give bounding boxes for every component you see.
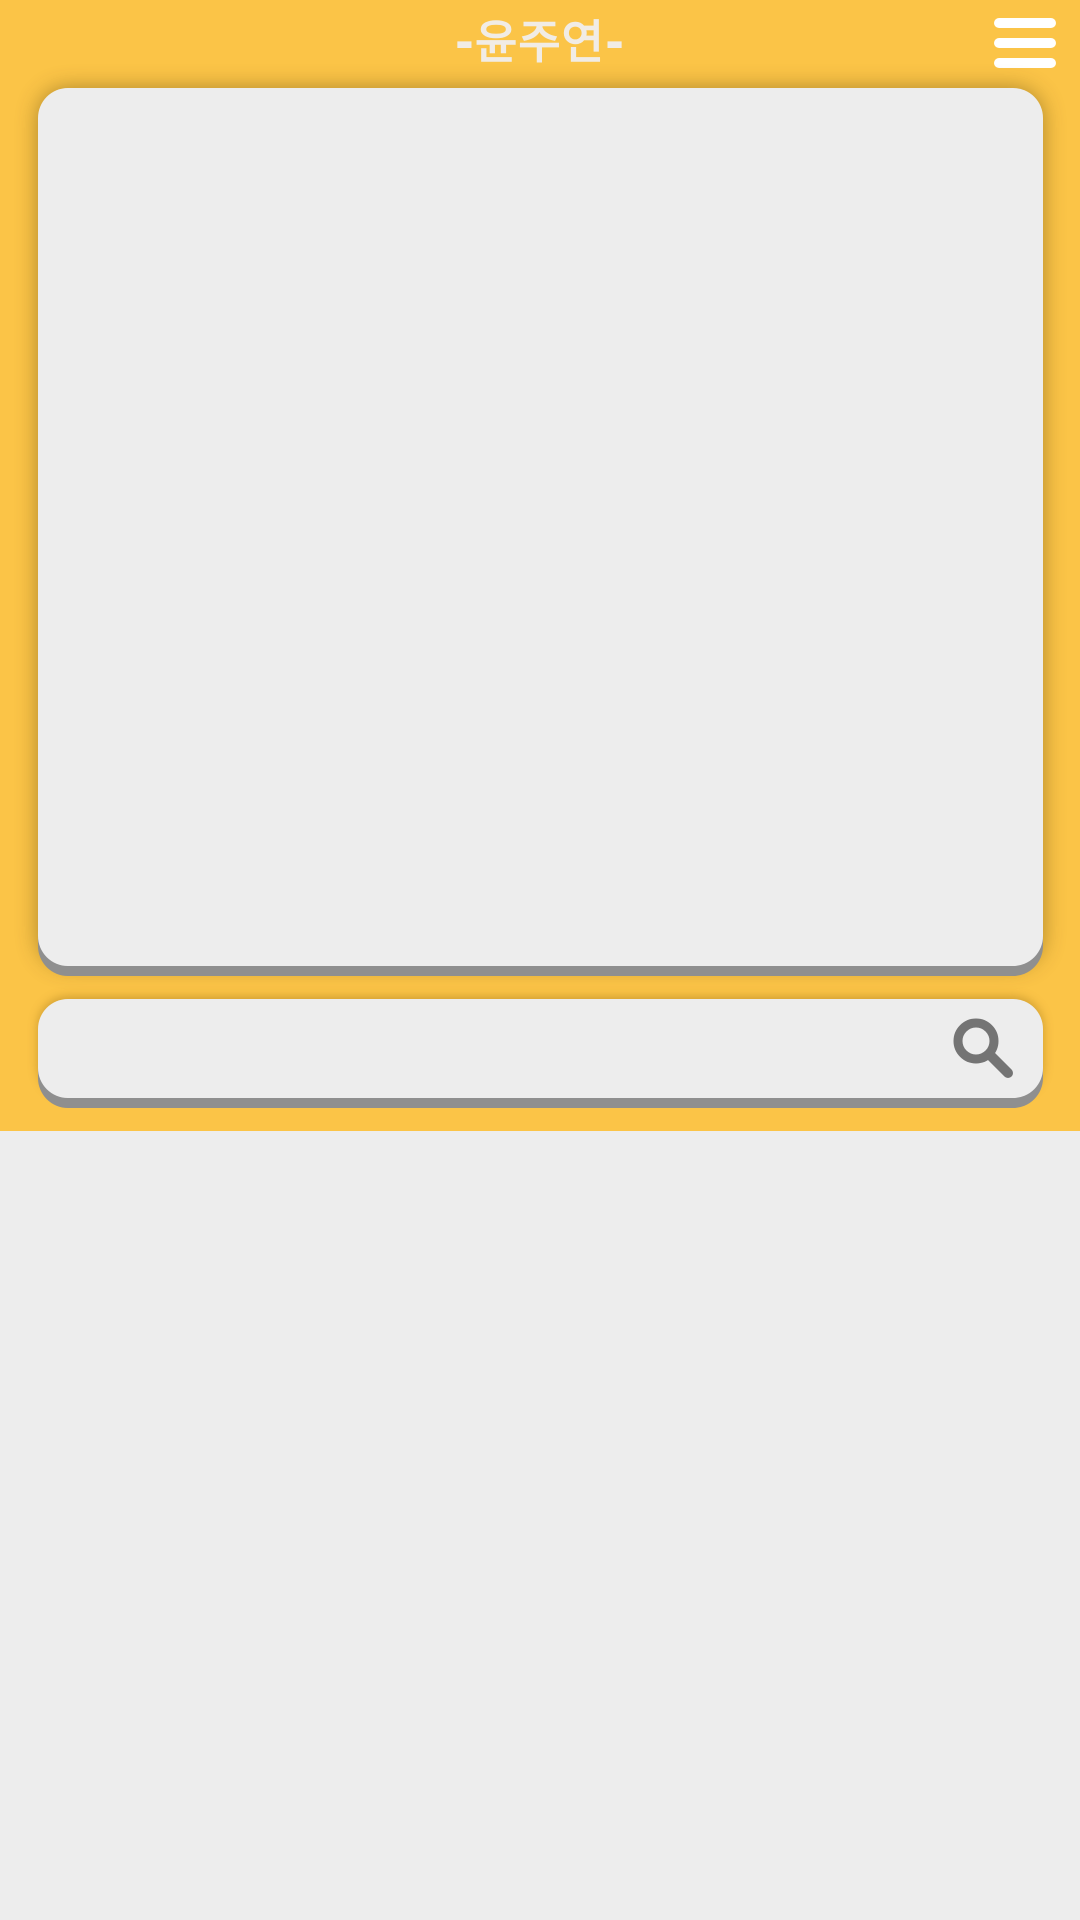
search-icon: [953, 1018, 1013, 1078]
menu-icon-bar: [994, 18, 1056, 28]
menu-button[interactable]: [988, 14, 1060, 74]
search-bar: [38, 999, 1043, 1100]
content-panel: [38, 88, 1043, 966]
search-button[interactable]: [948, 1013, 1024, 1089]
app-header: -윤주연-: [0, 0, 1080, 1131]
menu-icon-bar: [994, 58, 1056, 68]
menu-icon-bar: [994, 38, 1056, 48]
search-input[interactable]: [68, 999, 952, 1100]
page-title: -윤주연-: [454, 15, 626, 69]
